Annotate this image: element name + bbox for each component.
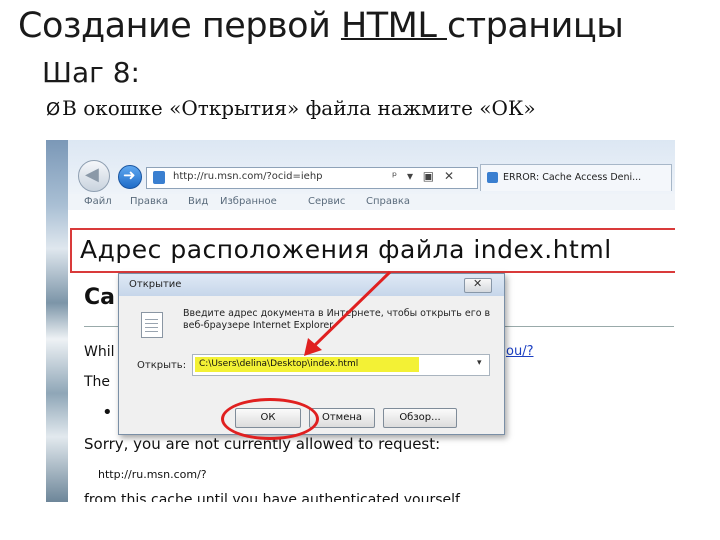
title-html-underlined: HTML — [340, 6, 447, 46]
slide-title: Создание первой HTML страницы — [18, 6, 624, 46]
browser-screenshot: ◀ ➜ http://ru.msn.com/?ocid=iehp ᵖ ▾ ▣ ✕… — [46, 140, 675, 502]
step-label: Шаг 8: — [42, 56, 140, 89]
instruction-bullet: ØВ окошке «Открытия» файла нажмите «ОК» — [46, 96, 536, 120]
title-part: Создание первой — [18, 6, 341, 46]
annotation-arrow-icon — [304, 270, 392, 356]
title-part: страницы — [446, 6, 624, 46]
instruction-text: В окошке «Открытия» файла нажмите «ОК» — [62, 96, 536, 120]
bullet-arrow-icon: Ø — [46, 99, 61, 120]
